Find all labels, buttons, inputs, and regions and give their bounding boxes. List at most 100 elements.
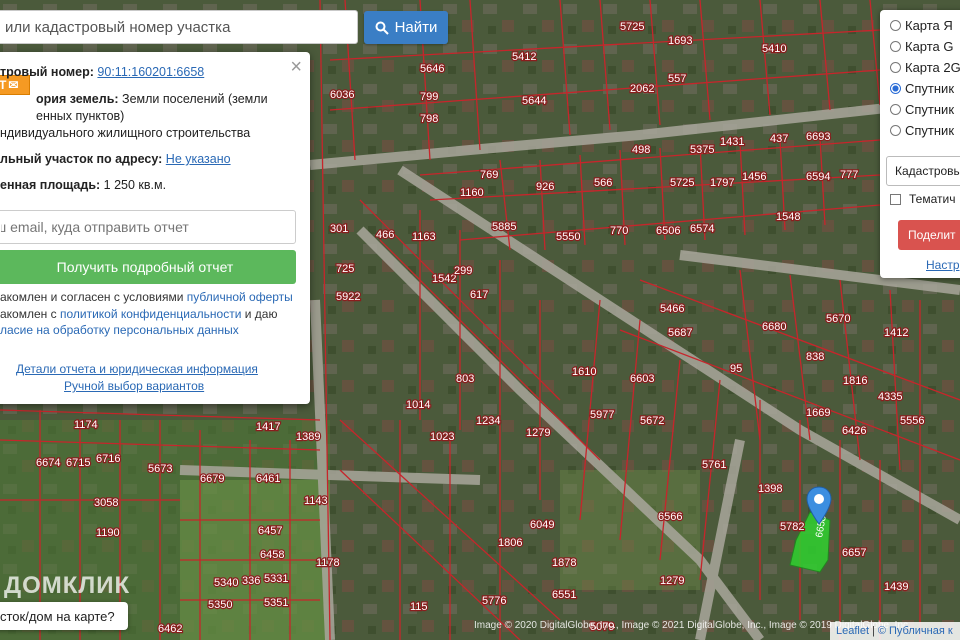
parcel-number-label: 6603	[630, 373, 654, 385]
layer-radio[interactable]	[890, 20, 901, 31]
parcel-number-label: 838	[806, 351, 824, 363]
parcel-number-label: 5885	[492, 221, 516, 233]
parcel-number-label: 1548	[776, 211, 800, 223]
layer-radio[interactable]	[890, 125, 901, 136]
layer-option[interactable]: Карта Я	[890, 18, 953, 33]
parcel-number-label: 777	[840, 169, 858, 181]
parcel-info-popup: T ✉ × тровый номер: 90:11:160201:6658 ори…	[0, 52, 310, 404]
find-button[interactable]: Найти	[364, 11, 448, 44]
parcel-number-label: 617	[470, 289, 488, 301]
attribution-separator: |	[872, 625, 875, 637]
copyright-icon: ©	[877, 625, 886, 637]
layer-option-label: Спутник	[905, 102, 955, 117]
parcel-number-label: 1389	[296, 431, 320, 443]
parcel-number-label: 1190	[96, 527, 120, 539]
parcel-number-label: 6036	[330, 89, 354, 101]
parcel-number-label: 6566	[658, 511, 682, 523]
mail-icon: ✉	[8, 78, 19, 92]
parcel-number-label: 5672	[640, 415, 664, 427]
parcel-number-label: 6049	[530, 519, 554, 531]
parcel-number-label: 6693	[806, 131, 830, 143]
parcel-number-label: 1439	[884, 581, 908, 593]
parcel-number-label: 566	[594, 177, 612, 189]
thematic-checkbox[interactable]	[890, 193, 901, 205]
share-button[interactable]: Поделит	[898, 220, 960, 250]
privacy-policy-link[interactable]: политикой конфиденциальности	[60, 307, 241, 321]
personal-data-consent-link[interactable]: ласие на обработку персональных данных	[0, 323, 239, 337]
layer-radio[interactable]	[890, 83, 901, 94]
manual-selection-link[interactable]: Ручной выбор вариантов	[64, 379, 204, 393]
domclick-logo: ДОМКЛИК	[4, 572, 131, 599]
parcel-number-label: 301	[330, 223, 348, 235]
parcel-number-label: 1398	[758, 483, 782, 495]
location-marker-icon[interactable]	[806, 486, 832, 526]
layer-option-label: Спутник	[905, 81, 955, 96]
parcel-number-label: 5466	[660, 303, 684, 315]
parcel-number-label: 5977	[590, 409, 614, 421]
layer-option[interactable]: Спутник	[890, 123, 954, 138]
layer-option[interactable]: Спутник	[890, 81, 954, 96]
cadastral-layer-select[interactable]: Кадастровые	[886, 156, 960, 186]
parcel-number-label: 1797	[710, 177, 734, 189]
leaflet-link[interactable]: Leaflet	[836, 625, 869, 637]
parcel-number-label: 1143	[304, 495, 328, 507]
layer-option-label: Карта 2G	[905, 60, 960, 75]
parcel-number-label: 1412	[884, 327, 908, 339]
parcel-number-label: 498	[632, 144, 650, 156]
parcel-number-label: 1456	[742, 171, 766, 183]
parcel-number-label: 4335	[878, 391, 902, 403]
layer-radio[interactable]	[890, 41, 901, 52]
find-on-map-button[interactable]: сток/дом на карте?	[0, 602, 128, 630]
category-value-cont: енных пунктов)	[36, 109, 125, 123]
area-label: енная площадь:	[0, 178, 101, 192]
parcel-number-label: 1014	[406, 399, 430, 411]
parcel-number-label: 5340	[214, 577, 238, 589]
get-report-button[interactable]: Получить подробный отчет	[0, 250, 296, 284]
parcel-number-label: 5761	[702, 459, 726, 471]
layer-option[interactable]: Спутник	[890, 102, 954, 117]
search-icon	[375, 21, 389, 35]
parcel-number-label: 5331	[264, 573, 288, 585]
parcel-number-label: 336	[242, 575, 260, 587]
thematic-label: Тематич	[909, 192, 956, 206]
parcel-number-label: 6716	[96, 453, 120, 465]
public-offer-link[interactable]: публичной оферты	[187, 290, 293, 304]
parcel-number-label: 5550	[556, 231, 580, 243]
layer-option-label: Карта Я	[905, 18, 953, 33]
parcel-number-label: 1234	[476, 415, 500, 427]
parcel-number-label: 6715	[66, 457, 90, 469]
parcel-number-label: 5687	[668, 327, 692, 339]
parcel-number-label: 6551	[552, 589, 576, 601]
address-link[interactable]: Не указано	[166, 152, 231, 166]
parcel-number-label: 437	[770, 133, 788, 145]
parcel-number-label: 1816	[843, 375, 867, 387]
parcel-number-label: 299	[454, 265, 472, 277]
parcel-number-label: 6457	[258, 525, 282, 537]
parcel-number-label: 5782	[780, 521, 804, 533]
parcel-number-label: 5670	[826, 313, 850, 325]
cadastral-number-link[interactable]: 90:11:160201:6658	[97, 65, 204, 79]
settings-link[interactable]: Настр	[926, 258, 960, 272]
parcel-number-label: 1023	[430, 431, 454, 443]
email-field[interactable]	[0, 210, 296, 244]
address-label: льный участок по адресу:	[0, 152, 163, 166]
parcel-number-label: 1178	[316, 557, 340, 569]
layer-option[interactable]: Карта G	[890, 39, 954, 54]
parcel-number-label: 769	[480, 169, 498, 181]
public-map-link[interactable]: Публичная к	[889, 625, 953, 637]
close-icon[interactable]: ×	[290, 56, 302, 79]
search-input[interactable]	[0, 10, 358, 44]
parcel-number-label: 5351	[264, 597, 288, 609]
layer-radio[interactable]	[890, 62, 901, 73]
parcel-number-label: 6462	[158, 623, 182, 635]
layer-option[interactable]: Карта 2G	[890, 60, 960, 75]
layer-radio[interactable]	[890, 104, 901, 115]
parcel-number-label: 6657	[842, 547, 866, 559]
layer-option-label: Карта G	[905, 39, 954, 54]
parcel-number-label: 798	[420, 113, 438, 125]
parcel-number-label: 1279	[526, 427, 550, 439]
parcel-number-label: 5673	[148, 463, 172, 475]
parcel-number-label: 1417	[256, 421, 280, 433]
report-details-link[interactable]: Детали отчета и юридическая информация	[16, 362, 258, 376]
consent-privacy-text: акомлен с	[0, 307, 60, 321]
